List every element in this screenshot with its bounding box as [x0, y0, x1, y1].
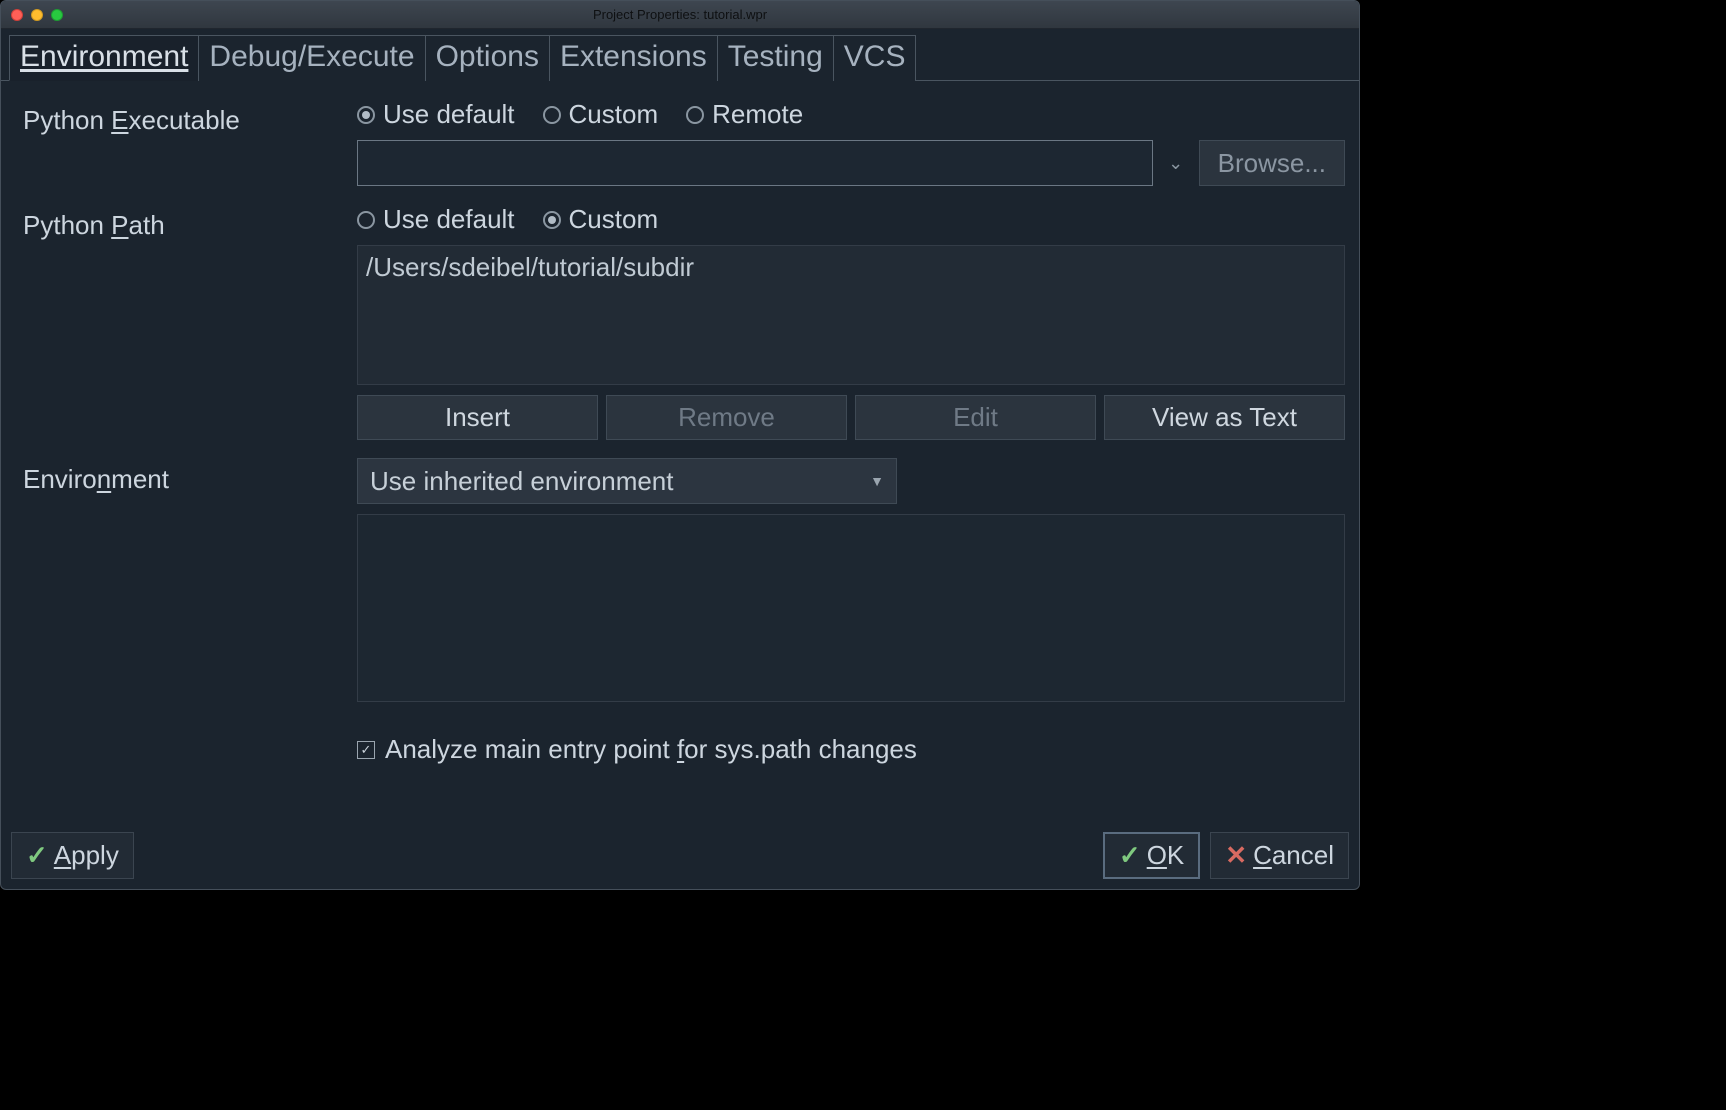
check-icon: ✓ — [1119, 840, 1141, 871]
radio-path-custom[interactable]: Custom — [543, 204, 659, 235]
insert-button[interactable]: Insert — [357, 395, 598, 440]
radio-path-use-default[interactable]: Use default — [357, 204, 515, 235]
radio-icon — [357, 106, 375, 124]
python-path-radios: Use default Custom — [357, 204, 1345, 235]
radio-exec-remote[interactable]: Remote — [686, 99, 803, 130]
ok-button[interactable]: ✓ OK — [1103, 832, 1200, 879]
radio-icon — [357, 211, 375, 229]
window-controls — [11, 9, 63, 21]
python-executable-label: Python Executable — [23, 99, 343, 186]
cancel-button[interactable]: ✕ Cancel — [1210, 832, 1349, 879]
chevron-down-icon[interactable]: ⌄ — [1161, 140, 1191, 186]
tab-options[interactable]: Options — [425, 35, 550, 81]
radio-icon — [543, 211, 561, 229]
analyze-checkbox-row[interactable]: Analyze main entry point for sys.path ch… — [357, 734, 1345, 765]
python-executable-row: ⌄ Browse... — [357, 140, 1345, 186]
content-panel: Python Executable Use default Custom Rem… — [1, 81, 1359, 826]
tab-testing[interactable]: Testing — [717, 35, 834, 81]
environment-listbox[interactable] — [357, 514, 1345, 702]
tab-extensions[interactable]: Extensions — [549, 35, 718, 81]
tab-bar: Environment Debug/Execute Options Extens… — [1, 29, 1359, 81]
check-icon: ✓ — [26, 840, 48, 871]
radio-icon — [543, 106, 561, 124]
minimize-icon[interactable] — [31, 9, 43, 21]
browse-button[interactable]: Browse... — [1199, 140, 1345, 186]
remove-button[interactable]: Remove — [606, 395, 847, 440]
checkbox-icon[interactable] — [357, 741, 375, 759]
close-icon[interactable] — [11, 9, 23, 21]
project-properties-window: Project Properties: tutorial.wpr Environ… — [0, 0, 1360, 890]
python-executable-radios: Use default Custom Remote — [357, 99, 1345, 130]
tab-vcs[interactable]: VCS — [833, 35, 917, 81]
footer-right: ✓ OK ✕ Cancel — [1103, 832, 1349, 879]
environment-label: Environment — [23, 458, 343, 765]
apply-button[interactable]: ✓ Apply — [11, 832, 134, 879]
python-path-label: Python Path — [23, 204, 343, 440]
environment-controls: Use inherited environment ▼ Analyze main… — [357, 458, 1345, 765]
tab-debug-execute[interactable]: Debug/Execute — [198, 35, 425, 81]
window-title: Project Properties: tutorial.wpr — [1, 7, 1359, 22]
edit-button[interactable]: Edit — [855, 395, 1096, 440]
caret-down-icon: ▼ — [870, 473, 884, 489]
view-as-text-button[interactable]: View as Text — [1104, 395, 1345, 440]
python-path-controls: Use default Custom /Users/sdeibel/tutori… — [357, 204, 1345, 440]
footer: ✓ Apply ✓ OK ✕ Cancel — [1, 826, 1359, 889]
tab-environment[interactable]: Environment — [9, 35, 199, 81]
list-item[interactable]: /Users/sdeibel/tutorial/subdir — [366, 252, 1336, 283]
titlebar: Project Properties: tutorial.wpr — [1, 1, 1359, 29]
radio-exec-use-default[interactable]: Use default — [357, 99, 515, 130]
analyze-checkbox-label: Analyze main entry point for sys.path ch… — [385, 734, 917, 765]
python-executable-input[interactable] — [357, 140, 1153, 186]
python-path-buttons: Insert Remove Edit View as Text — [357, 395, 1345, 440]
python-path-listbox[interactable]: /Users/sdeibel/tutorial/subdir — [357, 245, 1345, 385]
environment-select[interactable]: Use inherited environment ▼ — [357, 458, 897, 504]
x-icon: ✕ — [1225, 840, 1247, 871]
zoom-icon[interactable] — [51, 9, 63, 21]
python-executable-controls: Use default Custom Remote ⌄ Browse... — [357, 99, 1345, 186]
radio-icon — [686, 106, 704, 124]
radio-exec-custom[interactable]: Custom — [543, 99, 659, 130]
